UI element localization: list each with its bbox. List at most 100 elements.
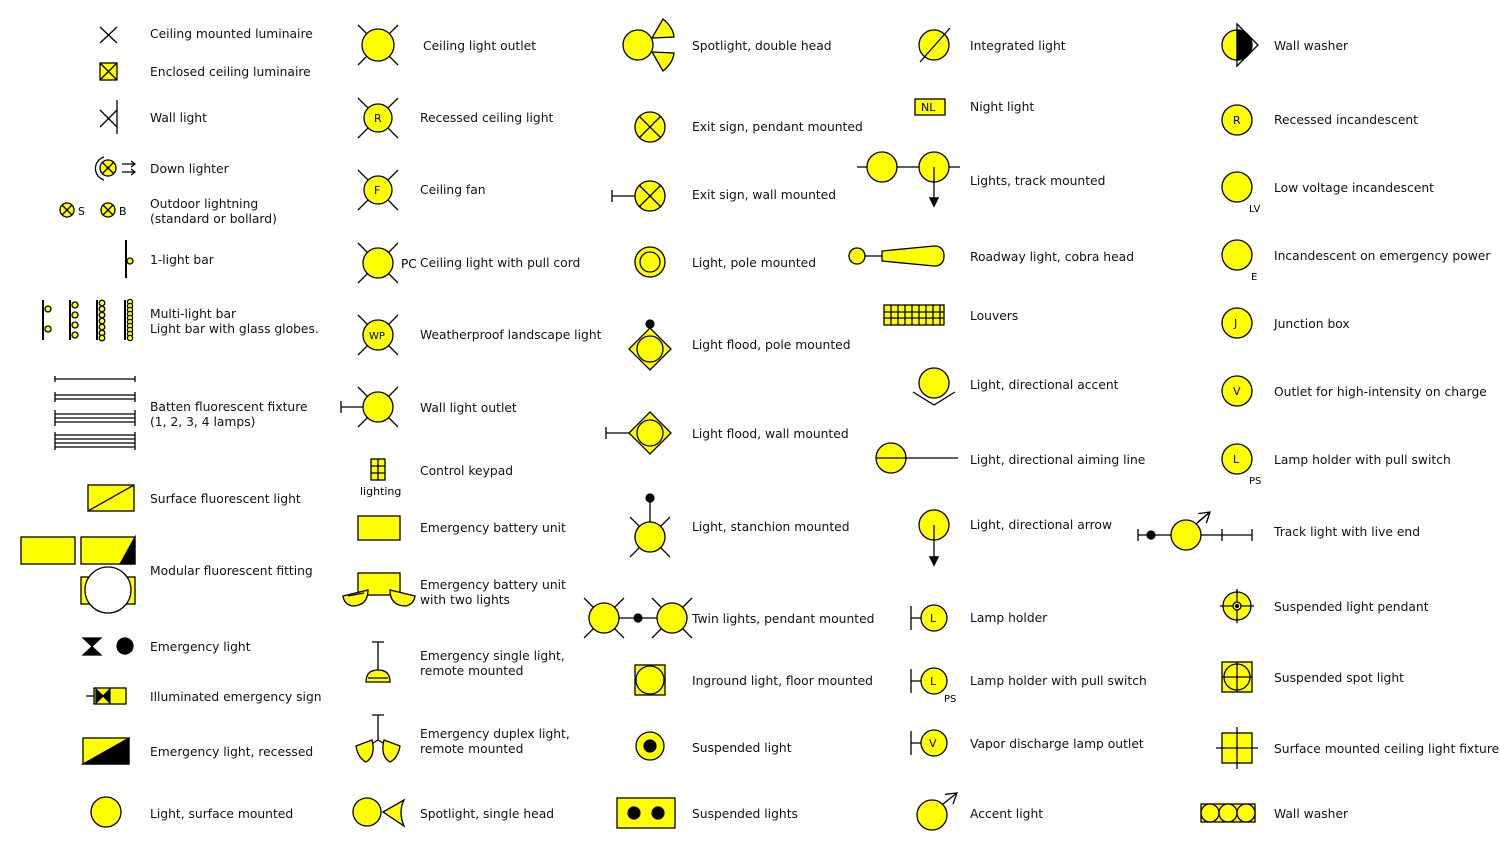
spotlight-single-head-icon xyxy=(352,797,406,828)
light-directional-aiming-line-icon xyxy=(875,442,958,474)
night-light-icon: NL xyxy=(914,98,946,116)
ceiling-light-outlet-icon xyxy=(357,24,399,66)
outdoor-lighting-icon: SB xyxy=(59,202,127,218)
light-directional-accent-icon xyxy=(912,367,956,406)
svg-text:PS: PS xyxy=(944,694,956,705)
label: Wall light xyxy=(150,111,207,125)
label: Light, directional arrow xyxy=(970,518,1112,532)
label: Emergency battery unit with two lights xyxy=(420,578,566,607)
label: Wall washer xyxy=(1274,39,1349,53)
enclosed-ceiling-luminaire-icon xyxy=(99,62,118,81)
label: Light flood, pole mounted xyxy=(692,338,851,352)
svg-text:E: E xyxy=(1251,272,1257,283)
label: Lamp holder with pull switch xyxy=(1274,453,1451,467)
svg-text:NL: NL xyxy=(921,101,936,114)
down-lighter-icon xyxy=(94,156,137,181)
svg-text:L: L xyxy=(1233,453,1240,466)
svg-text:PC: PC xyxy=(401,257,417,271)
svg-text:PS: PS xyxy=(1249,476,1261,487)
label: Outdoor lightning (standard or bollard) xyxy=(150,197,277,226)
emergency-duplex-light-remote-icon xyxy=(355,714,401,763)
recessed-ceiling-light-icon: R xyxy=(357,97,399,139)
label: Track light with live end xyxy=(1274,525,1420,539)
label: Illuminated emergency sign xyxy=(150,690,322,704)
label: Down lighter xyxy=(150,162,229,176)
label: Enclosed ceiling luminaire xyxy=(150,65,311,79)
label: Light, directional aiming line xyxy=(970,453,1146,467)
accent-light-icon xyxy=(916,793,957,831)
label: Lamp holder with pull switch xyxy=(970,674,1147,688)
lights-track-mounted-icon xyxy=(857,151,960,208)
label: Control keypad xyxy=(420,464,514,478)
incandescent-emergency-power-icon: E xyxy=(1221,239,1257,283)
label: Batten fluorescent fixture (1, 2, 3, 4 l… xyxy=(150,400,308,429)
lamp-holder-pull-switch-2-icon: L PS xyxy=(1221,443,1261,487)
wall-washer-icon xyxy=(1221,22,1259,68)
label: Emergency battery unit xyxy=(420,521,566,535)
label: Surface mounted ceiling light fixture xyxy=(1274,742,1500,756)
roadway-light-cobra-head-icon xyxy=(848,245,945,267)
wall-light-outlet-icon xyxy=(340,386,399,428)
label: Lights, track mounted xyxy=(970,174,1106,188)
modular-fluorescent-icon xyxy=(20,534,136,614)
svg-text:L: L xyxy=(930,675,937,688)
label: Louvers xyxy=(970,309,1019,323)
spotlight-double-head-icon xyxy=(622,18,675,72)
integrated-light-icon xyxy=(918,27,951,63)
wall-washer-2-icon xyxy=(1200,803,1256,823)
emergency-battery-two-lights-icon xyxy=(342,572,416,607)
svg-text:S: S xyxy=(78,205,85,218)
suspended-lights-icon xyxy=(616,797,676,829)
light-directional-arrow-icon xyxy=(918,509,950,567)
outlet-high-intensity-icon: V xyxy=(1221,375,1253,407)
label: Low voltage incandescent xyxy=(1274,181,1434,195)
label: Exit sign, wall mounted xyxy=(692,188,837,202)
suspended-light-pendant-icon xyxy=(1220,589,1254,623)
low-voltage-incandescent-icon: LV xyxy=(1221,171,1260,215)
label: Junction box xyxy=(1274,317,1350,331)
svg-text:F: F xyxy=(374,184,380,197)
label: Light, directional accent xyxy=(970,378,1119,392)
svg-text:LV: LV xyxy=(1249,204,1260,215)
svg-text:L: L xyxy=(930,612,937,625)
label: Outlet for high-intensity on charge xyxy=(1274,385,1487,399)
svg-text:B: B xyxy=(119,205,127,218)
label: Suspended lights xyxy=(692,807,798,821)
svg-text:lighting: lighting xyxy=(360,485,401,498)
label: Light, pole mounted xyxy=(692,256,817,270)
vapor-discharge-lamp-outlet-icon: V xyxy=(910,729,948,757)
inground-light-icon xyxy=(634,664,666,696)
label: Twin lights, pendant mounted xyxy=(692,612,875,626)
label: Emergency single light, remote mounted xyxy=(420,649,565,678)
label: Inground light, floor mounted xyxy=(692,674,873,688)
label: Light flood, wall mounted xyxy=(692,427,849,441)
twin-lights-pendant-icon xyxy=(583,597,693,639)
label: Incandescent on emergency power xyxy=(1274,249,1491,263)
surface-mounted-ceiling-fixture-icon xyxy=(1216,727,1258,769)
multi-light-bar-icon xyxy=(42,298,134,342)
emergency-single-light-remote-icon xyxy=(365,641,391,683)
ceiling-fan-icon: F xyxy=(357,169,399,211)
track-light-live-end-icon xyxy=(1137,512,1253,551)
light-stanchion-icon xyxy=(629,493,671,558)
label: Ceiling light outlet xyxy=(423,39,537,53)
exit-sign-pendant-icon xyxy=(634,111,666,143)
suspended-spot-light-icon xyxy=(1221,661,1253,693)
label: Integrated light xyxy=(970,39,1066,53)
batten-fluorescent-icon xyxy=(54,376,136,450)
lighting-symbols-legend: SB R F PC WP lighting NL L L PS V R LV E … xyxy=(0,0,1500,850)
light-pole-mounted-icon xyxy=(634,246,666,278)
label: Multi-light bar Light bar with glass glo… xyxy=(150,307,319,336)
lamp-holder-pull-switch-icon: L PS xyxy=(910,667,956,705)
weatherproof-landscape-light-icon: WP xyxy=(357,314,399,356)
svg-text:J: J xyxy=(1233,317,1237,330)
lamp-holder-icon: L xyxy=(910,604,948,632)
label: Spotlight, single head xyxy=(420,807,555,821)
exit-sign-wall-icon xyxy=(611,180,666,212)
label: Emergency light xyxy=(150,640,251,654)
label: Recessed ceiling light xyxy=(420,111,554,125)
wall-light-icon xyxy=(99,100,118,134)
svg-text:R: R xyxy=(1233,114,1241,127)
label: Suspended light xyxy=(692,741,792,755)
label: Weatherproof landscape light xyxy=(420,328,602,342)
